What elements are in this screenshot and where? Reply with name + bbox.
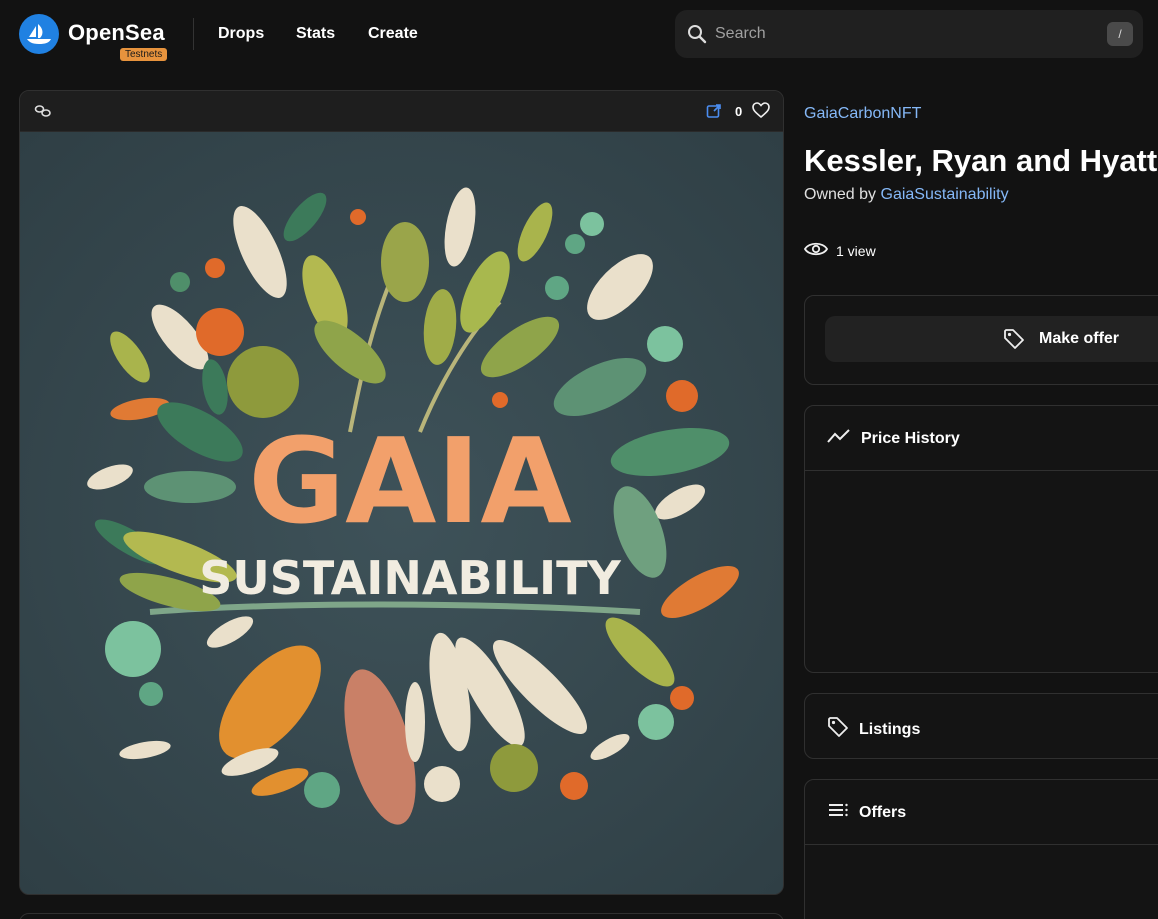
- chain-link-icon[interactable]: [34, 103, 52, 124]
- nav-stats[interactable]: Stats: [296, 25, 335, 43]
- brand-name[interactable]: OpenSea: [68, 20, 165, 46]
- search-shortcut-key: /: [1107, 22, 1133, 46]
- search-bar[interactable]: /: [675, 10, 1143, 58]
- nav-create[interactable]: Create: [368, 25, 418, 43]
- list-icon: [827, 802, 849, 823]
- item-title: Kessler, Ryan and Hyatt: [804, 143, 1158, 178]
- offers-divider: [805, 844, 1158, 845]
- view-count: 1 view: [803, 241, 876, 260]
- view-count-text: 1 view: [836, 242, 876, 259]
- offers-panel: Offers: [804, 779, 1158, 919]
- offer-panel: Make offer: [804, 295, 1158, 385]
- artwork-title: GAIA: [248, 412, 571, 550]
- tag-icon: [827, 716, 849, 743]
- owner-link[interactable]: GaiaSustainability: [881, 186, 1009, 203]
- item-details-card-edge: [19, 913, 784, 919]
- search-icon: [687, 24, 707, 49]
- search-input[interactable]: [715, 22, 1095, 46]
- artwork-subtitle: SUSTAINABILITY: [199, 551, 621, 605]
- nav-drops[interactable]: Drops: [218, 25, 264, 43]
- owner-line: Owned by GaiaSustainability: [804, 186, 1009, 204]
- price-history-divider: [805, 470, 1158, 471]
- make-offer-label: Make offer: [1039, 330, 1120, 347]
- testnets-badge: Testnets: [120, 48, 168, 61]
- top-nav-bar: OpenSea Testnets Drops Stats Create /: [0, 0, 1158, 68]
- price-history-title: Price History: [861, 429, 960, 447]
- item-media-card: 0 GAIA SUSTAINABILITY: [19, 90, 784, 895]
- listings-header[interactable]: Listings: [827, 716, 920, 743]
- offers-header[interactable]: Offers: [827, 802, 906, 823]
- listings-panel: Listings: [804, 693, 1158, 759]
- gaia-sustainability-artwork: GAIA SUSTAINABILITY: [20, 132, 783, 894]
- heart-icon[interactable]: [752, 102, 770, 124]
- offers-title: Offers: [859, 803, 907, 821]
- favorite-count: 0: [735, 104, 743, 119]
- trend-line-icon: [827, 428, 851, 449]
- opensea-logo-icon[interactable]: [19, 14, 59, 54]
- open-external-icon[interactable]: [706, 103, 722, 124]
- header-divider: [193, 18, 194, 50]
- price-history-panel: Price History: [804, 405, 1158, 673]
- eye-icon: [803, 241, 829, 260]
- listings-title: Listings: [859, 720, 921, 738]
- nft-artwork[interactable]: GAIA SUSTAINABILITY: [20, 132, 783, 894]
- collection-link[interactable]: GaiaCarbonNFT: [804, 105, 921, 123]
- owned-by-label: Owned by: [804, 186, 877, 203]
- make-offer-button[interactable]: Make offer: [825, 316, 1158, 362]
- media-toolbar: 0: [20, 91, 783, 132]
- tag-icon: [1003, 328, 1025, 355]
- price-history-header[interactable]: Price History: [827, 428, 960, 449]
